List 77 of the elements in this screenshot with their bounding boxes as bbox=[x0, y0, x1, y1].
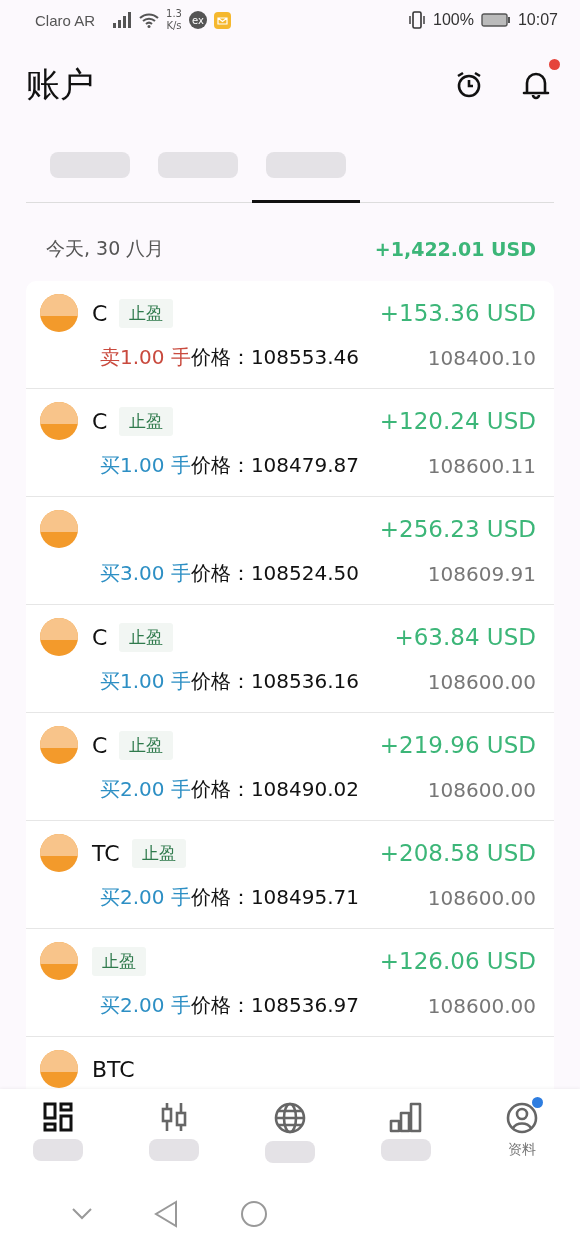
current-price: 108600.00 bbox=[427, 885, 536, 910]
open-price: 价格：108536.16 bbox=[190, 668, 360, 695]
current-price: 108400.10 bbox=[427, 345, 536, 370]
symbol: C bbox=[92, 732, 108, 758]
nav-item[interactable]: 资料 bbox=[477, 1101, 567, 1181]
position-row[interactable]: C 止盈 +120.24 USD 买1.00 手价格：108479.87 108600.11 bbox=[26, 389, 554, 497]
lot-size: 买2.00 手 bbox=[100, 776, 191, 803]
coin-icon bbox=[40, 726, 78, 764]
open-price: 价格：108495.71 bbox=[190, 884, 360, 911]
coin-icon bbox=[40, 510, 78, 548]
take-profit-tag: 止盈 bbox=[119, 622, 174, 652]
profit-amount: +153.36 USD bbox=[379, 300, 536, 326]
lot-size: 买3.00 手 bbox=[100, 560, 191, 587]
symbol: C bbox=[92, 300, 108, 326]
coin-icon bbox=[40, 1050, 78, 1088]
bar-chart-icon bbox=[389, 1101, 423, 1133]
symbol: C bbox=[92, 624, 108, 650]
carrier: Claro AR bbox=[35, 11, 96, 29]
lot-size: 买2.00 手 bbox=[100, 992, 191, 1019]
position-row[interactable]: C 止盈 +153.36 USD 卖1.00 手价格：108553.46 108400.10 bbox=[26, 281, 554, 389]
dashboard-icon bbox=[42, 1101, 74, 1133]
clock-time: 10:07 bbox=[517, 11, 558, 29]
position-row[interactable]: +256.23 USD 买3.00 手价格：108524.50 108609.91 bbox=[26, 497, 554, 605]
profile-icon bbox=[505, 1101, 539, 1135]
open-price: 价格：108490.02 bbox=[190, 776, 360, 803]
page-title: 账户 bbox=[26, 63, 95, 106]
home-icon[interactable] bbox=[239, 1200, 268, 1228]
current-price: 108600.11 bbox=[427, 453, 536, 478]
profit-amount: +126.06 USD bbox=[379, 948, 536, 974]
profit-amount: +256.23 USD bbox=[379, 516, 536, 542]
lot-size: 买1.00 手 bbox=[100, 452, 191, 479]
take-profit-tag: 止盈 bbox=[119, 298, 174, 328]
symbol: C bbox=[92, 408, 108, 434]
position-row[interactable]: TC 止盈 +208.58 USD 买2.00 手价格：108495.71 108600.00 bbox=[26, 821, 554, 929]
signal-icon bbox=[112, 12, 133, 28]
current-price: 108600.00 bbox=[427, 777, 536, 802]
open-price: 价格：108524.50 bbox=[190, 560, 360, 587]
position-row[interactable]: C 止盈 +219.96 USD 买2.00 手价格：108490.02 108600.00 bbox=[26, 713, 554, 821]
vibrate-icon bbox=[408, 11, 427, 29]
take-profit-tag: 止盈 bbox=[131, 838, 186, 868]
chevron-down-icon[interactable] bbox=[70, 1207, 93, 1221]
network-speed: 1.3 K/s bbox=[166, 8, 182, 32]
mail-icon bbox=[213, 11, 231, 29]
profit-amount: +208.58 USD bbox=[379, 840, 536, 866]
symbol: BTC bbox=[92, 1056, 135, 1082]
globe-icon bbox=[273, 1101, 307, 1135]
profit-amount: +120.24 USD bbox=[379, 408, 536, 434]
date-label: 今天, 30 八月 bbox=[46, 236, 165, 261]
coin-icon bbox=[40, 942, 78, 980]
symbol: TC bbox=[92, 840, 120, 866]
lot-size: 买1.00 手 bbox=[100, 668, 191, 695]
back-icon[interactable] bbox=[154, 1200, 179, 1228]
coin-icon bbox=[40, 294, 78, 332]
open-price: 价格：108553.46 bbox=[190, 344, 360, 371]
open-price: 价格：108536.97 bbox=[190, 992, 360, 1019]
battery-percent: 100% bbox=[433, 11, 474, 29]
coin-icon bbox=[40, 402, 78, 440]
coin-icon bbox=[40, 618, 78, 656]
wifi-icon bbox=[139, 12, 160, 28]
coin-icon bbox=[40, 834, 78, 872]
open-price: 价格：108479.87 bbox=[190, 452, 360, 479]
battery-icon bbox=[480, 13, 511, 27]
lot-size: 买2.00 手 bbox=[100, 884, 191, 911]
take-profit-tag: 止盈 bbox=[119, 406, 174, 436]
take-profit-tag: 止盈 bbox=[119, 730, 174, 760]
day-total: +1,422.01 USD bbox=[374, 238, 536, 260]
take-profit-tag: 止盈 bbox=[92, 946, 146, 976]
app-badge: ex bbox=[188, 11, 207, 29]
current-price: 108600.00 bbox=[427, 993, 536, 1018]
position-row[interactable]: 止盈 +126.06 USD 买2.00 手价格：108536.97 108600.00 bbox=[26, 929, 554, 1037]
lot-size: 卖1.00 手 bbox=[100, 344, 191, 371]
profit-amount: +63.84 USD bbox=[394, 624, 536, 650]
profit-amount: +219.96 USD bbox=[379, 732, 536, 758]
nav-label: 资料 bbox=[508, 1141, 536, 1159]
current-price: 108609.91 bbox=[427, 561, 536, 586]
current-price: 108600.00 bbox=[427, 669, 536, 694]
position-row[interactable]: C 止盈 +63.84 USD 买1.00 手价格：108536.16 108600.00 bbox=[26, 605, 554, 713]
